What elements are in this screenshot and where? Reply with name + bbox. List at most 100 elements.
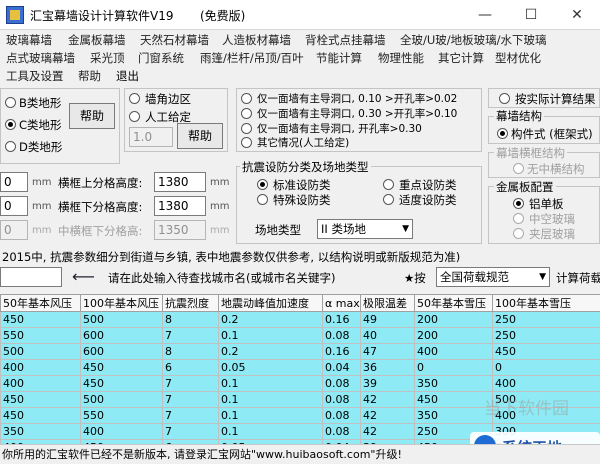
opening-opt2-radio[interactable] bbox=[241, 108, 252, 119]
table-cell[interactable]: 400 bbox=[80, 423, 163, 440]
table-row[interactable]: 450 500 8 0.2 0.16 49 200 250 bbox=[0, 311, 600, 328]
menu-item[interactable]: 工具及设置 bbox=[6, 68, 64, 84]
table-cell[interactable]: 600 bbox=[80, 327, 163, 344]
table-cell[interactable]: 450 bbox=[80, 375, 163, 392]
table-cell[interactable]: 0.08 bbox=[322, 423, 361, 440]
terrain-help-button[interactable]: 帮助 bbox=[69, 103, 115, 129]
table-cell[interactable]: 36 bbox=[360, 359, 415, 376]
table-cell[interactable]: 550 bbox=[0, 327, 81, 344]
menu-item[interactable]: 天然石材幕墙 bbox=[140, 32, 209, 48]
column-header[interactable]: 100年基本风压 bbox=[80, 294, 163, 312]
table-cell[interactable]: 39 bbox=[360, 375, 415, 392]
menu-item[interactable]: 退出 bbox=[116, 68, 139, 84]
table-cell[interactable]: 500 bbox=[80, 391, 163, 408]
table-cell[interactable]: 450 bbox=[0, 391, 81, 408]
table-cell[interactable]: 400 bbox=[0, 375, 81, 392]
menu-item[interactable]: 雨篷/栏杆/吊顶/百叶 bbox=[200, 50, 304, 66]
table-row[interactable]: 400 450 7 0.1 0.08 39 350 400 bbox=[0, 375, 600, 392]
table-cell[interactable]: 400 bbox=[492, 375, 600, 392]
city-search-input[interactable] bbox=[0, 267, 62, 287]
table-cell[interactable]: 0.2 bbox=[218, 311, 323, 328]
menu-item[interactable]: 采光顶 bbox=[90, 50, 125, 66]
menu-item[interactable]: 节能计算 bbox=[316, 50, 362, 66]
table-cell[interactable]: 350 bbox=[414, 375, 493, 392]
wall-help-button[interactable]: 帮助 bbox=[177, 123, 223, 149]
menu-item[interactable]: 背栓式点挂幕墙 bbox=[305, 32, 386, 48]
terrain-b-radio[interactable] bbox=[5, 97, 16, 108]
table-cell[interactable]: 0.08 bbox=[322, 375, 361, 392]
table-cell[interactable]: 250 bbox=[492, 311, 600, 328]
menu-item[interactable]: 型材优化 bbox=[495, 50, 541, 66]
table-cell[interactable]: 0.1 bbox=[218, 391, 323, 408]
menu-item[interactable]: 物理性能 bbox=[378, 50, 424, 66]
menu-item[interactable]: 金属板幕墙 bbox=[68, 32, 126, 48]
close-button[interactable]: ✕ bbox=[554, 0, 600, 30]
table-cell[interactable]: 6 bbox=[162, 359, 219, 376]
menu-item[interactable]: 帮助 bbox=[78, 68, 101, 84]
maximize-button[interactable]: ☐ bbox=[508, 0, 554, 30]
table-cell[interactable]: 0.2 bbox=[218, 343, 323, 360]
table-cell[interactable]: 7 bbox=[162, 423, 219, 440]
opening-opt3-radio[interactable] bbox=[241, 123, 252, 134]
table-cell[interactable]: 42 bbox=[360, 423, 415, 440]
wall-corner-radio[interactable] bbox=[129, 93, 140, 104]
lower-height-input[interactable]: 1380 bbox=[154, 196, 206, 216]
column-header[interactable]: 抗震烈度 bbox=[162, 294, 219, 312]
table-row[interactable]: 400 450 6 0.05 0.04 36 0 0 bbox=[0, 359, 600, 376]
table-cell[interactable]: 400 bbox=[414, 343, 493, 360]
table-cell[interactable]: 200 bbox=[414, 327, 493, 344]
column-header[interactable]: α max bbox=[322, 294, 361, 312]
menu-item[interactable]: 玻璃幕墙 bbox=[6, 32, 52, 48]
table-cell[interactable]: 0.1 bbox=[218, 423, 323, 440]
table-cell[interactable]: 350 bbox=[0, 423, 81, 440]
menu-item[interactable]: 人造板材幕墙 bbox=[222, 32, 291, 48]
standard-class-radio[interactable] bbox=[257, 179, 268, 190]
table-cell[interactable]: 42 bbox=[360, 391, 415, 408]
table-cell[interactable]: 42 bbox=[360, 407, 415, 424]
opening-opt1-radio[interactable] bbox=[241, 93, 252, 104]
table-cell[interactable]: 500 bbox=[0, 343, 81, 360]
table-cell[interactable]: 600 bbox=[80, 343, 163, 360]
column-header[interactable]: 50年基本风压 bbox=[0, 294, 81, 312]
menu-item[interactable]: 点式玻璃幕墙 bbox=[6, 50, 75, 66]
table-cell[interactable]: 450 bbox=[414, 391, 493, 408]
table-cell[interactable]: 8 bbox=[162, 343, 219, 360]
table-cell[interactable]: 0.16 bbox=[322, 343, 361, 360]
table-cell[interactable]: 450 bbox=[80, 359, 163, 376]
frame-type-radio[interactable] bbox=[497, 128, 508, 139]
table-cell[interactable]: 200 bbox=[414, 311, 493, 328]
column-header[interactable]: 极限温差 bbox=[360, 294, 415, 312]
table-cell[interactable]: 40 bbox=[360, 327, 415, 344]
middle-height-input[interactable]: 1350 bbox=[154, 220, 206, 240]
table-cell[interactable]: 7 bbox=[162, 407, 219, 424]
table-cell[interactable]: 250 bbox=[492, 327, 600, 344]
table-cell[interactable]: 0.08 bbox=[322, 327, 361, 344]
table-cell[interactable]: 500 bbox=[80, 311, 163, 328]
key-class-radio[interactable] bbox=[383, 179, 394, 190]
special-class-radio[interactable] bbox=[257, 194, 268, 205]
table-row[interactable]: 500 600 8 0.2 0.16 47 400 450 bbox=[0, 343, 600, 360]
no-middle-frame-radio[interactable] bbox=[513, 163, 524, 174]
table-cell[interactable]: 0 bbox=[414, 359, 493, 376]
opening-opt4-radio[interactable] bbox=[241, 137, 252, 148]
left-value-1[interactable]: 0 bbox=[0, 172, 28, 192]
actual-calc-radio[interactable] bbox=[499, 93, 510, 104]
menu-item[interactable]: 门窗系统 bbox=[138, 50, 184, 66]
table-cell[interactable]: 7 bbox=[162, 391, 219, 408]
column-header[interactable]: 100年基本雪压 bbox=[492, 294, 600, 312]
table-cell[interactable]: 450 bbox=[0, 311, 81, 328]
table-cell[interactable]: 0.1 bbox=[218, 327, 323, 344]
table-row[interactable]: 550 600 7 0.1 0.08 40 200 250 bbox=[0, 327, 600, 344]
table-cell[interactable]: 47 bbox=[360, 343, 415, 360]
table-cell[interactable]: 0 bbox=[492, 359, 600, 376]
table-cell[interactable]: 350 bbox=[414, 407, 493, 424]
table-cell[interactable]: 0.16 bbox=[322, 311, 361, 328]
table-cell[interactable]: 400 bbox=[0, 359, 81, 376]
table-cell[interactable]: 7 bbox=[162, 327, 219, 344]
table-cell[interactable]: 0.1 bbox=[218, 375, 323, 392]
table-cell[interactable]: 49 bbox=[360, 311, 415, 328]
table-cell[interactable]: 0.08 bbox=[322, 407, 361, 424]
minimize-button[interactable]: — bbox=[462, 0, 508, 30]
laminated-glass-radio[interactable] bbox=[513, 228, 524, 239]
table-cell[interactable]: 0.05 bbox=[218, 359, 323, 376]
